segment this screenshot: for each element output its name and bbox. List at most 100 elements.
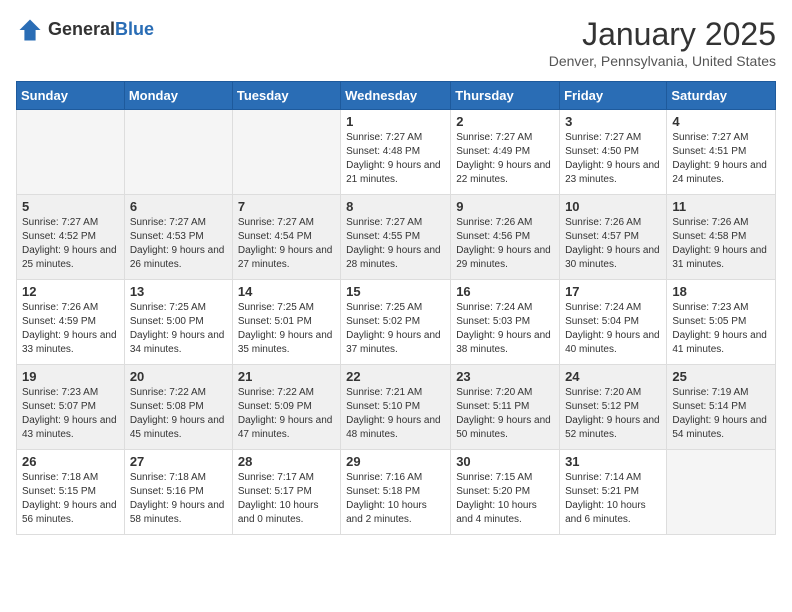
day-info: Sunrise: 7:24 AM Sunset: 5:04 PM Dayligh… <box>565 301 661 357</box>
calendar-cell: 9Sunrise: 7:26 AM Sunset: 4:56 PM Daylig… <box>451 195 560 280</box>
day-info: Sunrise: 7:21 AM Sunset: 5:10 PM Dayligh… <box>346 386 445 442</box>
day-number: 23 <box>456 369 554 384</box>
calendar-cell: 12 Sunrise: 7:26 AM Sunset: 4:59 PM Dayli… <box>17 280 125 365</box>
day-info: Sunrise: 7:22 AM Sunset: 5:09 PM Dayligh… <box>238 386 335 442</box>
logo: GeneralBlue <box>16 16 154 44</box>
day-header-sunday: Sunday <box>17 82 125 110</box>
calendar-cell: 3Sunrise: 7:27 AM Sunset: 4:50 PM Daylig… <box>560 110 667 195</box>
logo-icon <box>16 16 44 44</box>
day-number: 19 <box>22 369 119 384</box>
logo-general: General <box>48 19 115 39</box>
calendar-header-row: SundayMondayTuesdayWednesdayThursdayFrid… <box>17 82 776 110</box>
day-info: Sunrise: 7:27 AM Sunset: 4:49 PM Dayligh… <box>456 131 554 187</box>
calendar-cell: 26 Sunrise: 7:18 AM Sunset: 5:15 PM Dayli… <box>17 450 125 535</box>
day-info: Sunrise: 7:27 AM Sunset: 4:48 PM Dayligh… <box>346 131 445 187</box>
calendar-cell: 24 Sunrise: 7:20 AM Sunset: 5:12 PM Dayli… <box>560 365 667 450</box>
calendar-cell: 4 Sunrise: 7:27 AM Sunset: 4:51 PM Daylig… <box>667 110 776 195</box>
title-block: January 2025 Denver, Pennsylvania, Unite… <box>549 16 776 69</box>
calendar-cell: 7 Sunrise: 7:27 AM Sunset: 4:54 PM Daylig… <box>232 195 340 280</box>
day-info: Sunrise: 7:27 AM Sunset: 4:51 PM Dayligh… <box>672 131 770 187</box>
calendar-cell: 14 Sunrise: 7:25 AM Sunset: 5:01 PM Dayli… <box>232 280 340 365</box>
day-number: 4 <box>672 114 770 129</box>
day-number: 24 <box>565 369 661 384</box>
day-number: 18 <box>672 284 770 299</box>
calendar-week-3: 12 Sunrise: 7:26 AM Sunset: 4:59 PM Dayli… <box>17 280 776 365</box>
day-info: Sunrise: 7:25 AM Sunset: 5:02 PM Dayligh… <box>346 301 445 357</box>
calendar-cell: 8 Sunrise: 7:27 AM Sunset: 4:55 PM Daylig… <box>341 195 451 280</box>
day-info: Sunrise: 7:26 AM Sunset: 4:57 PM Dayligh… <box>565 216 661 272</box>
day-info: Sunrise: 7:20 AM Sunset: 5:12 PM Dayligh… <box>565 386 661 442</box>
day-header-thursday: Thursday <box>451 82 560 110</box>
day-number: 3 <box>565 114 661 129</box>
calendar-cell: 11Sunrise: 7:26 AM Sunset: 4:58 PM Dayli… <box>667 195 776 280</box>
day-number: 14 <box>238 284 335 299</box>
day-number: 12 <box>22 284 119 299</box>
day-number: 29 <box>346 454 445 469</box>
logo-blue: Blue <box>115 19 154 39</box>
calendar-cell: 2 Sunrise: 7:27 AM Sunset: 4:49 PM Daylig… <box>451 110 560 195</box>
day-number: 16 <box>456 284 554 299</box>
day-number: 8 <box>346 199 445 214</box>
calendar-cell: 13 Sunrise: 7:25 AM Sunset: 5:00 PM Dayli… <box>124 280 232 365</box>
day-number: 31 <box>565 454 661 469</box>
day-header-friday: Friday <box>560 82 667 110</box>
day-info: Sunrise: 7:20 AM Sunset: 5:11 PM Dayligh… <box>456 386 554 442</box>
day-number: 30 <box>456 454 554 469</box>
day-number: 1 <box>346 114 445 129</box>
calendar-cell: 5Sunrise: 7:27 AM Sunset: 4:52 PM Daylig… <box>17 195 125 280</box>
calendar-cell: 22 Sunrise: 7:21 AM Sunset: 5:10 PM Dayli… <box>341 365 451 450</box>
day-header-monday: Monday <box>124 82 232 110</box>
day-number: 25 <box>672 369 770 384</box>
day-info: Sunrise: 7:18 AM Sunset: 5:15 PM Dayligh… <box>22 471 119 527</box>
day-number: 26 <box>22 454 119 469</box>
day-info: Sunrise: 7:25 AM Sunset: 5:01 PM Dayligh… <box>238 301 335 357</box>
day-number: 13 <box>130 284 227 299</box>
day-number: 28 <box>238 454 335 469</box>
day-info: Sunrise: 7:26 AM Sunset: 4:59 PM Dayligh… <box>22 301 119 357</box>
calendar-cell <box>667 450 776 535</box>
day-number: 2 <box>456 114 554 129</box>
day-info: Sunrise: 7:27 AM Sunset: 4:53 PM Dayligh… <box>130 216 227 272</box>
calendar-cell: 23 Sunrise: 7:20 AM Sunset: 5:11 PM Dayli… <box>451 365 560 450</box>
day-number: 6 <box>130 199 227 214</box>
day-number: 21 <box>238 369 335 384</box>
calendar-cell <box>124 110 232 195</box>
calendar-week-5: 26 Sunrise: 7:18 AM Sunset: 5:15 PM Dayli… <box>17 450 776 535</box>
day-info: Sunrise: 7:22 AM Sunset: 5:08 PM Dayligh… <box>130 386 227 442</box>
calendar-cell: 15Sunrise: 7:25 AM Sunset: 5:02 PM Dayli… <box>341 280 451 365</box>
day-info: Sunrise: 7:23 AM Sunset: 5:07 PM Dayligh… <box>22 386 119 442</box>
day-info: Sunrise: 7:15 AM Sunset: 5:20 PM Dayligh… <box>456 471 554 527</box>
day-number: 20 <box>130 369 227 384</box>
day-info: Sunrise: 7:26 AM Sunset: 4:58 PM Dayligh… <box>672 216 770 272</box>
calendar-cell: 1 Sunrise: 7:27 AM Sunset: 4:48 PM Daylig… <box>341 110 451 195</box>
calendar-cell: 6 Sunrise: 7:27 AM Sunset: 4:53 PM Daylig… <box>124 195 232 280</box>
calendar-cell: 31 Sunrise: 7:14 AM Sunset: 5:21 PM Dayli… <box>560 450 667 535</box>
day-header-tuesday: Tuesday <box>232 82 340 110</box>
location: Denver, Pennsylvania, United States <box>549 53 776 69</box>
day-info: Sunrise: 7:18 AM Sunset: 5:16 PM Dayligh… <box>130 471 227 527</box>
day-number: 9 <box>456 199 554 214</box>
day-info: Sunrise: 7:27 AM Sunset: 4:52 PM Dayligh… <box>22 216 119 272</box>
page-header: GeneralBlue January 2025 Denver, Pennsyl… <box>16 16 776 69</box>
day-number: 10 <box>565 199 661 214</box>
day-number: 7 <box>238 199 335 214</box>
day-header-wednesday: Wednesday <box>341 82 451 110</box>
month-title: January 2025 <box>549 16 776 53</box>
day-info: Sunrise: 7:27 AM Sunset: 4:55 PM Dayligh… <box>346 216 445 272</box>
calendar-cell: 21 Sunrise: 7:22 AM Sunset: 5:09 PM Dayli… <box>232 365 340 450</box>
calendar-cell: 28Sunrise: 7:17 AM Sunset: 5:17 PM Dayli… <box>232 450 340 535</box>
day-info: Sunrise: 7:25 AM Sunset: 5:00 PM Dayligh… <box>130 301 227 357</box>
day-number: 17 <box>565 284 661 299</box>
day-info: Sunrise: 7:14 AM Sunset: 5:21 PM Dayligh… <box>565 471 661 527</box>
calendar-cell <box>17 110 125 195</box>
calendar-cell: 20 Sunrise: 7:22 AM Sunset: 5:08 PM Dayli… <box>124 365 232 450</box>
day-info: Sunrise: 7:16 AM Sunset: 5:18 PM Dayligh… <box>346 471 445 527</box>
day-header-saturday: Saturday <box>667 82 776 110</box>
day-number: 27 <box>130 454 227 469</box>
calendar-cell: 25Sunrise: 7:19 AM Sunset: 5:14 PM Dayli… <box>667 365 776 450</box>
day-number: 22 <box>346 369 445 384</box>
calendar-cell: 16Sunrise: 7:24 AM Sunset: 5:03 PM Dayli… <box>451 280 560 365</box>
day-info: Sunrise: 7:27 AM Sunset: 4:54 PM Dayligh… <box>238 216 335 272</box>
calendar-cell: 30 Sunrise: 7:15 AM Sunset: 5:20 PM Dayli… <box>451 450 560 535</box>
calendar-cell: 29 Sunrise: 7:16 AM Sunset: 5:18 PM Dayli… <box>341 450 451 535</box>
